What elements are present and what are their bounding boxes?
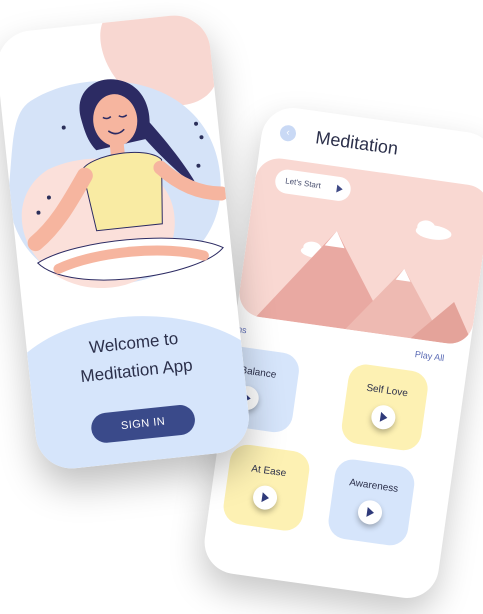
lets-start-label: Let's Start	[284, 176, 322, 191]
mountains-illustration	[256, 220, 475, 347]
hero-illustration: Let's Start	[236, 155, 483, 347]
play-icon	[336, 184, 344, 194]
play-button[interactable]	[369, 403, 397, 431]
card-at-ease[interactable]: At Ease	[221, 442, 312, 533]
card-awareness[interactable]: Awareness	[326, 457, 417, 548]
card-label: Self Love	[365, 382, 409, 400]
card-label: At Ease	[250, 463, 287, 480]
card-label: Awareness	[348, 477, 399, 495]
welcome-screen: Welcome to Meditation App SIGN IN	[0, 12, 253, 472]
back-button[interactable]: ‹	[278, 124, 298, 143]
play-all-link[interactable]: Play All	[414, 349, 445, 363]
play-icon	[261, 492, 270, 504]
play-button[interactable]	[251, 484, 279, 512]
play-icon	[366, 506, 375, 518]
card-self-love[interactable]: Self Love	[339, 362, 430, 453]
page-title: Meditation	[314, 127, 400, 159]
play-button[interactable]	[356, 498, 384, 526]
play-icon	[379, 411, 389, 423]
meditation-screen: ‹ Meditation Let's Start ons Play All Ba…	[200, 103, 483, 603]
meditation-illustration	[8, 12, 253, 472]
chevron-left-icon: ‹	[285, 127, 291, 139]
